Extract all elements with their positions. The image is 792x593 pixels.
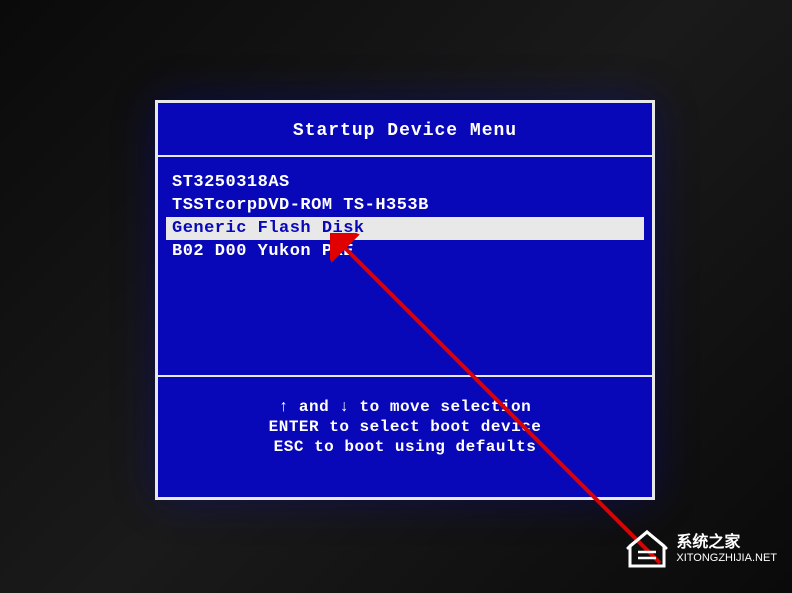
- instruction-arrows: ↑ and ↓ to move selection: [166, 397, 644, 417]
- boot-device-pxe[interactable]: B02 D00 Yukon PXE: [166, 240, 644, 263]
- boot-device-list[interactable]: ST3250318AS TSSTcorpDVD-ROM TS-H353B Gen…: [158, 157, 652, 377]
- watermark-url: XITONGZHIJIA.NET: [676, 552, 777, 564]
- instruction-esc: ESC to boot using defaults: [166, 437, 644, 457]
- device-label: B02 D00 Yukon PXE: [172, 242, 354, 261]
- watermark: 系统之家 XITONGZHIJIA.NET: [626, 530, 777, 568]
- boot-device-hdd[interactable]: ST3250318AS: [166, 171, 644, 194]
- bios-menu-window: Startup Device Menu ST3250318AS TSSTcorp…: [155, 100, 655, 500]
- watermark-text: 系统之家 XITONGZHIJIA.NET: [676, 534, 777, 564]
- boot-device-usb[interactable]: Generic Flash Disk: [166, 217, 644, 240]
- instruction-enter: ENTER to select boot device: [166, 417, 644, 437]
- boot-device-dvd[interactable]: TSSTcorpDVD-ROM TS-H353B: [166, 194, 644, 217]
- device-label: TSSTcorpDVD-ROM TS-H353B: [172, 196, 429, 215]
- watermark-title: 系统之家: [676, 534, 777, 552]
- device-label: ST3250318AS: [172, 173, 290, 192]
- bios-title: Startup Device Menu: [158, 103, 652, 157]
- device-label: Generic Flash Disk: [172, 219, 365, 238]
- house-icon: [626, 530, 668, 568]
- instructions-panel: ↑ and ↓ to move selection ENTER to selec…: [158, 377, 652, 477]
